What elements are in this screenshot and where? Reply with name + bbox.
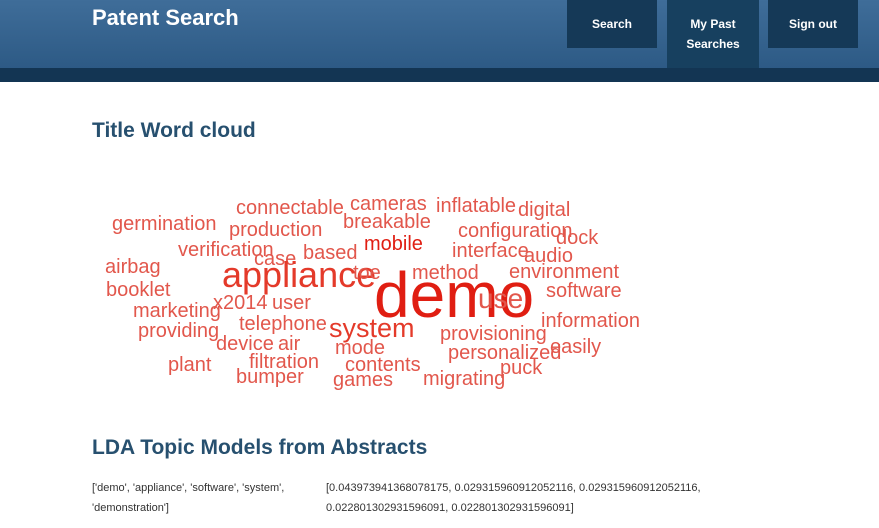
word-breakable: breakable [343, 211, 431, 233]
word-x2014: x2014 [213, 292, 268, 314]
lda-topic-weights: [0.043973941368078175, 0.029315960912052… [326, 482, 701, 514]
nav-past-searches-label: My Past Searches [686, 17, 740, 51]
word-use: use [478, 283, 524, 314]
word-bumper: bumper [236, 366, 304, 388]
word-booklet: booklet [106, 279, 171, 301]
word-user: user [272, 292, 311, 314]
word-providing: providing [138, 320, 220, 342]
navbar-bottom-band [0, 68, 879, 82]
word-plant: plant [168, 354, 212, 376]
word-production: production [229, 219, 323, 241]
word-software: software [546, 280, 622, 302]
nav-past-searches-button[interactable]: My Past Searches [667, 0, 759, 68]
word-germination: germination [112, 213, 217, 235]
word-inflatable: inflatable [436, 195, 517, 217]
lda-heading: LDA Topic Models from Abstracts [92, 436, 428, 459]
lda-topic-words: ['demo', 'appliance', 'software', 'syste… [92, 482, 285, 514]
word-airbag: airbag [105, 256, 161, 278]
nav-sign-out-label: Sign out [789, 17, 837, 31]
wordcloud-heading: Title Word cloud [92, 119, 256, 142]
nav-sign-out-button[interactable]: Sign out [768, 0, 858, 48]
word-telephone: telephone [239, 313, 327, 335]
word-connectable: connectable [236, 197, 344, 219]
word-interface: interface [452, 240, 529, 262]
word-mobile: mobile [364, 233, 423, 255]
nav-search-button[interactable]: Search [567, 0, 657, 48]
word-puck: puck [500, 357, 543, 379]
word-games: games [333, 369, 394, 391]
app-title[interactable]: Patent Search [92, 5, 239, 31]
word-marketing: marketing [133, 300, 221, 322]
word-digital: digital [518, 199, 571, 221]
word-cloud: connectable cameras inflatable digital g… [100, 185, 680, 400]
word-information: information [541, 310, 640, 332]
word-provisioning: provisioning [440, 323, 547, 345]
nav-search-label: Search [591, 17, 633, 31]
word-migrating: migrating [423, 368, 506, 390]
